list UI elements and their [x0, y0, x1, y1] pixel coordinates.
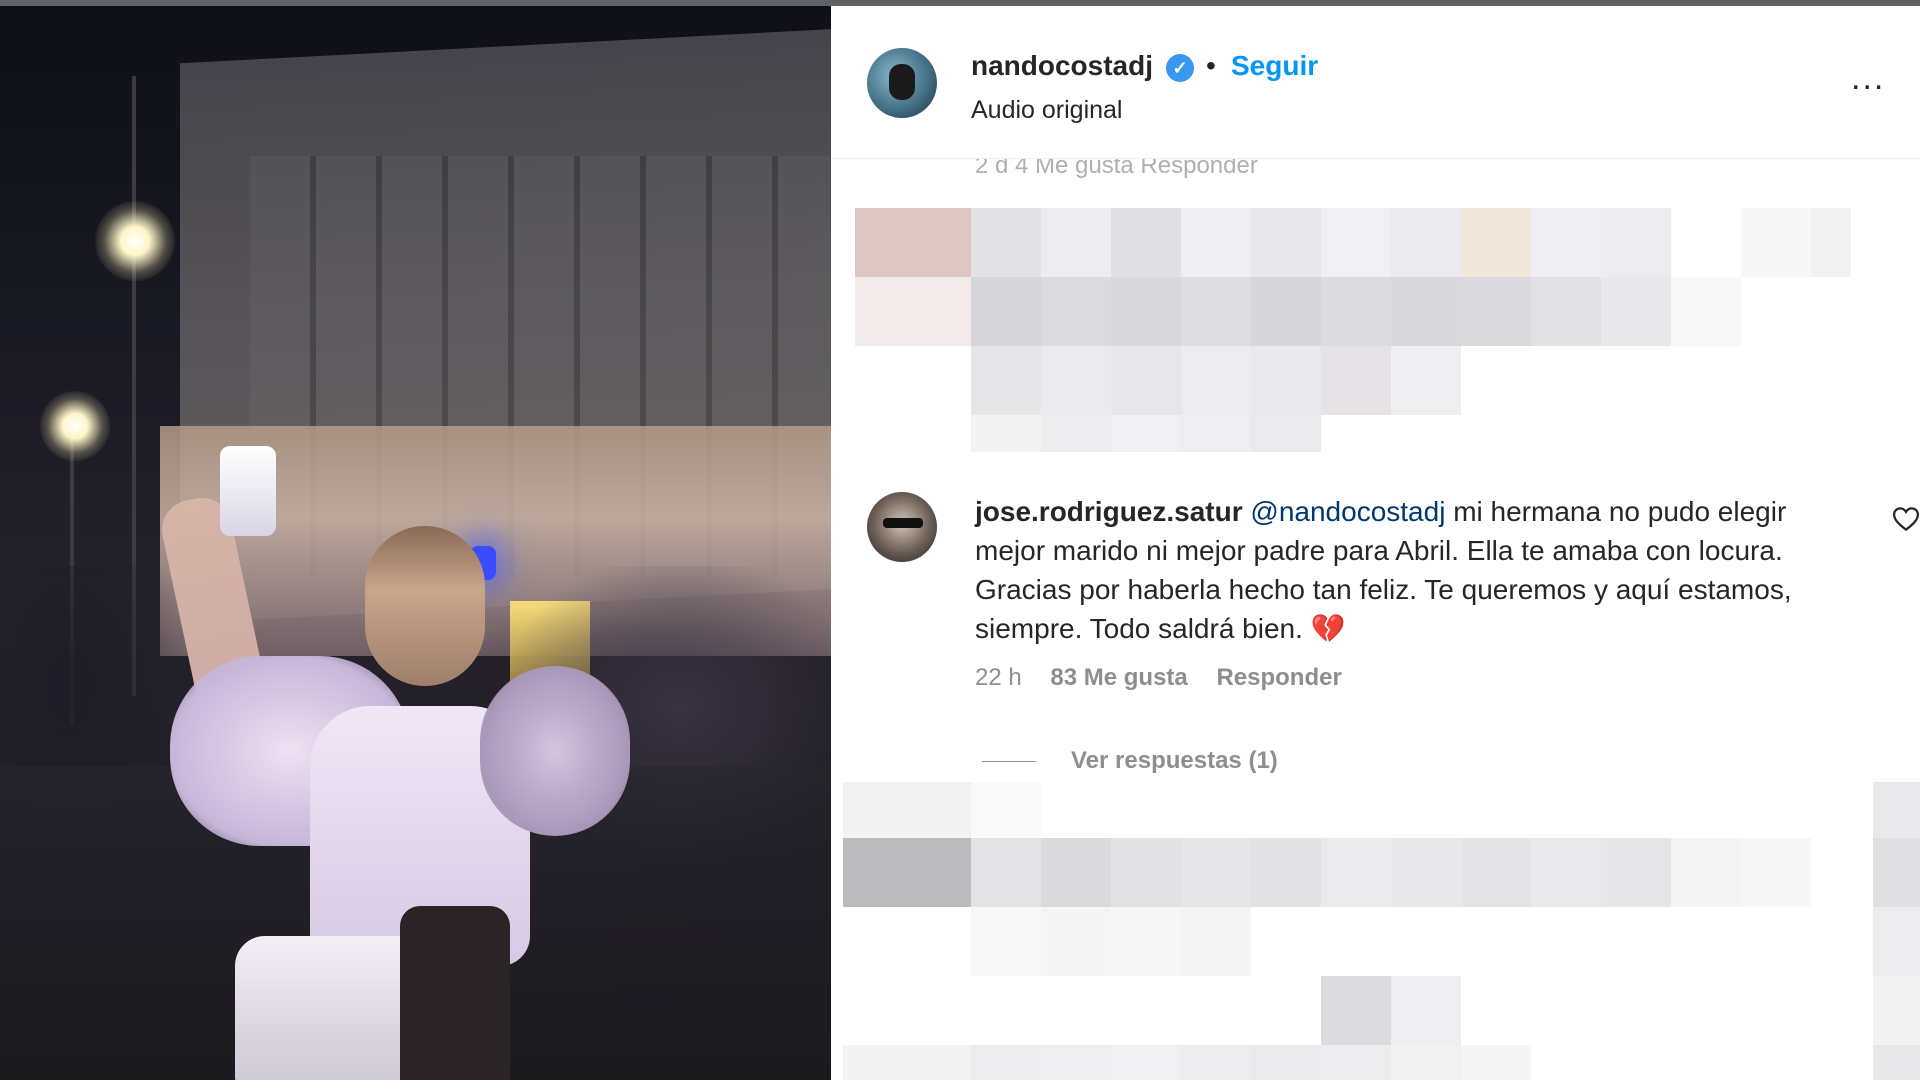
comment-mention[interactable]: @nandocostadj: [1250, 496, 1445, 527]
cup: [220, 446, 276, 536]
street-lamp: [95, 201, 175, 281]
separator-dot: •: [1206, 50, 1216, 81]
reply-button[interactable]: Responder: [1216, 664, 1341, 691]
broken-heart-emoji: 💔: [1310, 613, 1346, 644]
street-lamp: [40, 391, 110, 461]
verified-badge-icon: ✓: [1166, 54, 1194, 82]
comment-likes[interactable]: 83 Me gusta: [1050, 664, 1187, 691]
post-header: nandocostadj ✓ • Seguir Audio original .…: [831, 6, 1920, 159]
head: [365, 526, 485, 686]
comment-meta: 22 h 83 Me gusta Responder: [975, 664, 1364, 692]
owner-username[interactable]: nandocostadj: [971, 50, 1153, 82]
woman-figure: [150, 426, 630, 1080]
more-options-icon[interactable]: ...: [1851, 61, 1885, 95]
comment-body: jose.rodriguez.satur @nandocostadj mi he…: [975, 492, 1805, 648]
bag: [400, 906, 510, 1080]
comment-time[interactable]: 22 h: [975, 664, 1022, 691]
heart-outline-icon[interactable]: [1891, 504, 1920, 534]
commenter-avatar[interactable]: [867, 492, 937, 562]
audio-label[interactable]: Audio original: [971, 96, 1123, 125]
follow-button[interactable]: Seguir: [1231, 50, 1318, 82]
comments-panel: 2 d 4 Me gusta Responder nandocostadj ✓ …: [831, 6, 1920, 1080]
owner-avatar[interactable]: [867, 48, 937, 118]
comment-username[interactable]: jose.rodriguez.satur: [975, 496, 1243, 527]
post-video[interactable]: [0, 6, 831, 1080]
sleeve: [480, 666, 630, 836]
view-replies-button[interactable]: Ver respuestas (1): [1071, 747, 1278, 775]
replies-divider: [982, 761, 1036, 762]
